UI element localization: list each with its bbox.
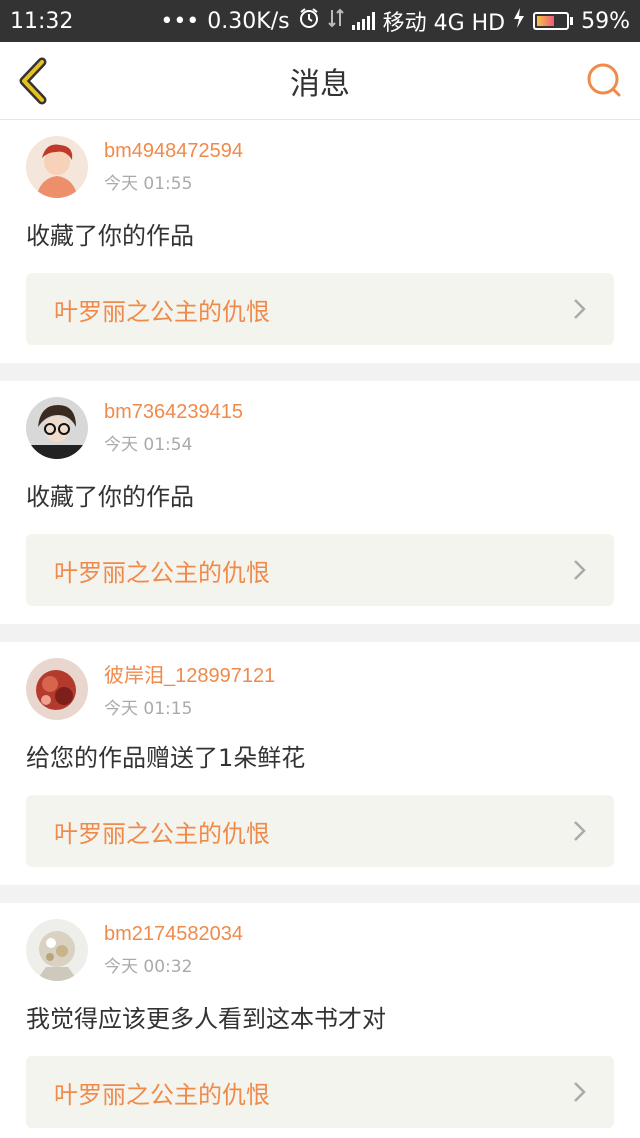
message-card: 彼岸泪_128997121 今天 01:15 给您的作品赠送了1朵鲜花 叶罗丽之… (0, 642, 640, 885)
message-text: 收藏了你的作品 (26, 222, 194, 250)
charging-icon (513, 8, 525, 34)
chevron-right-icon (574, 299, 586, 319)
work-title: 叶罗丽之公主的仇恨 (54, 297, 270, 326)
search-icon (587, 63, 621, 97)
chevron-right-icon (574, 821, 586, 841)
chevron-right-icon (574, 560, 586, 580)
search-button[interactable] (584, 60, 624, 100)
work-title: 叶罗丽之公主的仇恨 (54, 1080, 270, 1109)
status-bar: 11:32 ••• 0.30K/s 移动 4G HD 59% (0, 0, 640, 42)
chevron-left-icon (19, 57, 47, 105)
chevron-right-icon (574, 1082, 586, 1102)
message-text: 我觉得应该更多人看到这本书才对 (26, 1005, 386, 1033)
timestamp: 今天 01:54 (104, 435, 193, 455)
avatar[interactable] (26, 658, 88, 720)
data-transfer-icon (327, 8, 344, 34)
work-title: 叶罗丽之公主的仇恨 (54, 819, 270, 848)
battery-percent: 59% (581, 8, 630, 34)
username[interactable]: bm7364239415 (104, 401, 243, 424)
battery-icon (533, 12, 574, 30)
message-list: bm4948472594 今天 01:55 收藏了你的作品 叶罗丽之公主的仇恨 (0, 120, 640, 1138)
username[interactable]: bm2174582034 (104, 923, 243, 946)
work-link[interactable]: 叶罗丽之公主的仇恨 (26, 534, 614, 606)
timestamp: 今天 01:15 (104, 699, 193, 719)
network-speed: 0.30K/s (207, 8, 290, 34)
work-link[interactable]: 叶罗丽之公主的仇恨 (26, 1056, 614, 1128)
app-header: 消息 (0, 42, 640, 120)
alarm-icon (298, 7, 320, 35)
avatar[interactable] (26, 397, 88, 459)
timestamp: 今天 00:32 (104, 957, 193, 977)
username[interactable]: bm4948472594 (104, 140, 243, 163)
work-link[interactable]: 叶罗丽之公主的仇恨 (26, 273, 614, 345)
message-text: 给您的作品赠送了1朵鲜花 (26, 744, 306, 772)
username[interactable]: 彼岸泪_128997121 (104, 659, 275, 688)
signal-icon (351, 12, 375, 30)
message-card: bm7364239415 今天 01:54 收藏了你的作品 叶罗丽之公主的仇恨 (0, 381, 640, 624)
work-link[interactable]: 叶罗丽之公主的仇恨 (26, 795, 614, 867)
timestamp: 今天 01:55 (104, 174, 193, 194)
work-title: 叶罗丽之公主的仇恨 (54, 558, 270, 587)
message-card: bm2174582034 今天 00:32 我觉得应该更多人看到这本书才对 叶罗… (0, 903, 640, 1138)
carrier-label: 移动 4G HD (382, 11, 506, 36)
status-time: 11:32 (10, 8, 74, 34)
avatar[interactable] (26, 136, 88, 198)
message-card: bm4948472594 今天 01:55 收藏了你的作品 叶罗丽之公主的仇恨 (0, 120, 640, 363)
avatar[interactable] (26, 919, 88, 981)
more-dots-icon: ••• (160, 8, 200, 34)
page-title: 消息 (290, 66, 350, 102)
message-text: 收藏了你的作品 (26, 483, 194, 511)
back-button[interactable] (16, 56, 56, 106)
